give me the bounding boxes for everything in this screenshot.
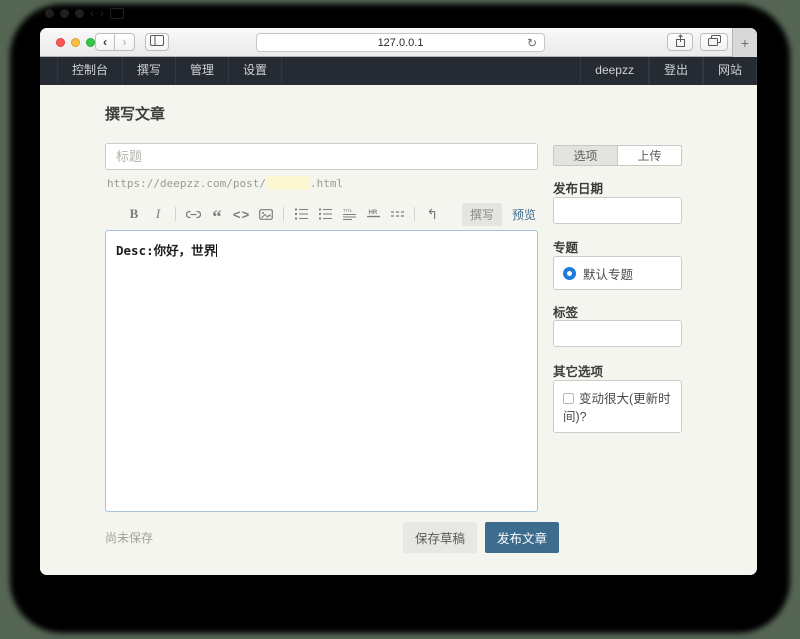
horizontal-rule-button[interactable]: HR [363,204,383,224]
bg-minimize-icon [60,9,69,18]
bg-zoom-icon [75,9,84,18]
new-tab-button[interactable]: + [732,28,757,57]
save-draft-button[interactable]: 保存草稿 [403,522,477,553]
bold-button[interactable]: B [124,204,144,224]
topic-option-row[interactable]: 默认专题 [553,256,682,290]
bg-back-icon: ‹ [90,5,94,21]
browser-toolbar: ‹ › 127.0.0.1 ↻ + [40,28,757,57]
publish-date-input[interactable] [553,197,682,224]
image-icon [259,209,273,220]
editor-text: Desc:你好，世界 [116,243,216,258]
preview-mode-button[interactable]: 预览 [510,203,538,226]
save-status: 尚未保存 [105,529,153,546]
post-url-hint: https://deepzz.com/post/ .html [107,176,343,190]
back-button[interactable]: ‹ [95,33,115,51]
url-suffix: .html [310,177,343,190]
checkbox-unchecked-icon[interactable] [563,393,574,404]
markdown-editor[interactable]: Desc:你好，世界 [105,230,538,512]
tab-upload[interactable]: 上传 [618,146,681,165]
window-controls [56,38,95,47]
page-title: 撰写文章 [105,103,165,124]
nav-item-username[interactable]: deepzz [580,57,649,85]
write-mode-button[interactable]: 撰写 [462,203,502,226]
tags-label: 标签 [553,302,578,321]
safari-window: ‹ › 127.0.0.1 ↻ + 控制台 撰写 管理 设置 [40,28,757,575]
bg-close-icon [45,9,54,18]
sidebar-icon [150,35,164,49]
address-bar[interactable]: 127.0.0.1 ↻ [256,33,545,52]
nav-item-console[interactable]: 控制台 [57,57,123,85]
background-window-controls: ‹ › [45,5,124,21]
tags-input[interactable] [553,320,682,347]
bg-sidebar-icon [110,8,124,19]
other-options-label: 其它选项 [553,361,603,380]
nav-item-settings[interactable]: 设置 [229,57,282,85]
tabs-icon [708,35,721,49]
unordered-list-button[interactable] [315,204,335,224]
link-button[interactable] [183,204,203,224]
reload-icon[interactable]: ↻ [527,36,537,50]
close-button[interactable] [56,38,65,47]
sidebar-toggle-button[interactable] [145,33,169,51]
editor-toolbar: B I “ <> [124,203,538,225]
nav-item-write[interactable]: 撰写 [123,57,176,85]
page-break-icon [391,209,404,219]
publish-button[interactable]: 发布文章 [485,522,559,553]
heading-button[interactable]: TITL [339,204,359,224]
italic-button[interactable]: I [148,204,168,224]
topic-label: 专题 [553,237,578,256]
minimize-button[interactable] [71,38,80,47]
slug-highlight [267,176,309,190]
svg-text:HR: HR [368,210,377,216]
forward-button[interactable]: › [115,33,135,51]
heading-icon: TITL [343,208,356,220]
footer-actions: 保存草稿 发布文章 [403,522,559,553]
zoom-button[interactable] [86,38,95,47]
toolbar-divider [414,207,415,221]
publish-date-label: 发布日期 [553,178,603,197]
tab-overview-button[interactable] [700,33,728,51]
topic-option-label: 默认专题 [583,264,633,283]
toolbar-divider [175,207,176,221]
code-button[interactable]: <> [231,204,252,224]
image-button[interactable] [256,204,276,224]
text-cursor [216,244,217,257]
plus-icon: + [741,35,749,51]
bg-forward-icon: › [100,5,104,21]
nav-item-manage[interactable]: 管理 [176,57,229,85]
page-break-button[interactable] [387,204,407,224]
horizontal-rule-icon: HR [367,208,380,220]
major-change-option-row[interactable]: 变动很大(更新时间)? [553,380,682,433]
undo-button[interactable]: ↰ [422,204,442,224]
url-text: 127.0.0.1 [378,37,424,49]
nav-item-website[interactable]: 网站 [703,57,757,85]
svg-text:TITL: TITL [343,208,353,213]
major-change-label: 变动很大(更新时间)? [563,392,671,424]
ordered-list-button[interactable] [291,204,311,224]
toolbar-divider [283,207,284,221]
sidebar-tabs: 选项 上传 [553,145,682,166]
radio-selected-icon[interactable] [563,267,576,280]
title-input[interactable] [105,143,538,170]
nav-spacer [282,57,580,85]
app-navbar: 控制台 撰写 管理 设置 deepzz 登出 网站 [40,57,757,85]
url-prefix: https://deepzz.com/post/ [107,177,266,190]
quote-button[interactable]: “ [207,204,227,224]
share-button[interactable] [667,33,693,51]
share-icon [675,34,686,50]
tab-options[interactable]: 选项 [554,146,618,165]
link-icon [186,210,201,219]
ordered-list-icon [295,208,308,220]
nav-item-logout[interactable]: 登出 [649,57,703,85]
page-content: 撰写文章 https://deepzz.com/post/ .html B I … [40,85,757,575]
unordered-list-icon [319,208,332,220]
editor-mode-switch: 撰写 预览 [462,203,538,226]
